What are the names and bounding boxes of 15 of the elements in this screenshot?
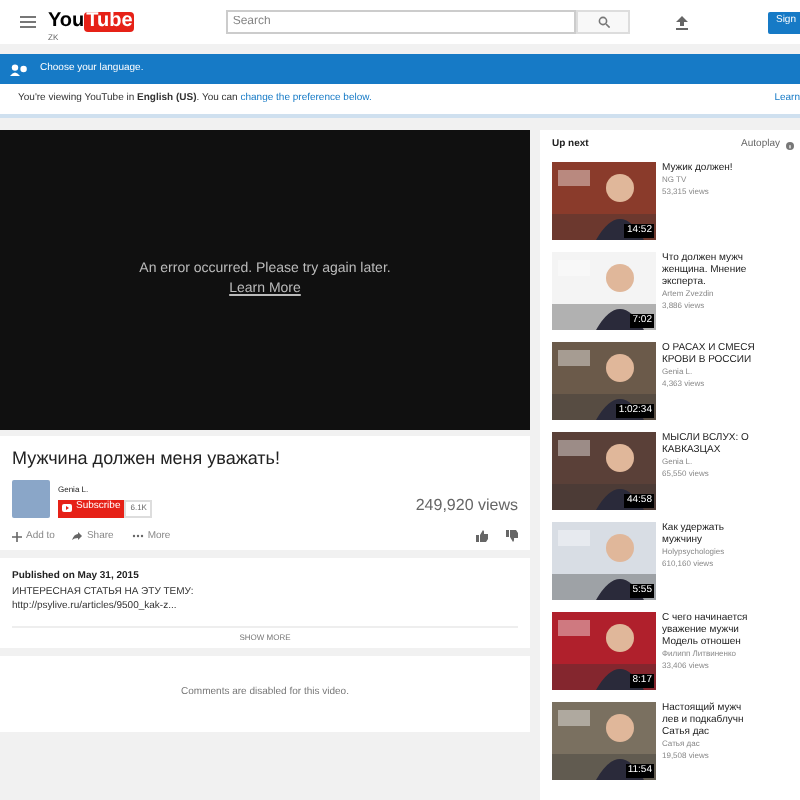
video-title: Мужчина должен меня уважать! (12, 446, 282, 472)
menu-icon[interactable] (20, 16, 36, 28)
info-icon[interactable] (786, 142, 794, 150)
people-icon (10, 63, 28, 75)
channel-avatar[interactable] (12, 479, 50, 517)
like-icon[interactable] (476, 530, 488, 543)
share-icon (72, 532, 83, 541)
more-icon (131, 534, 144, 539)
view-count: 249,920 views (415, 493, 518, 517)
search-icon (597, 16, 610, 28)
dislike-icon[interactable] (506, 530, 518, 543)
play-icon (62, 504, 72, 512)
plus-icon (12, 531, 22, 542)
search-button[interactable] (576, 10, 631, 34)
upload-icon[interactable] (676, 15, 689, 29)
